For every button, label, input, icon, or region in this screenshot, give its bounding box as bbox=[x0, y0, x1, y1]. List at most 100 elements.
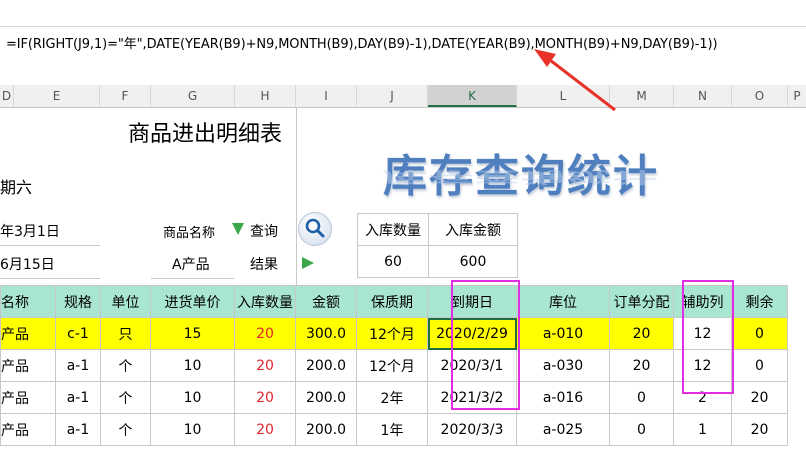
header-cell[interactable]: 进货单价 bbox=[150, 285, 235, 318]
table-cell[interactable]: 15 bbox=[150, 317, 235, 350]
col-header-F[interactable]: F bbox=[100, 85, 151, 107]
table-cell[interactable]: 个 bbox=[100, 349, 151, 382]
table-cell[interactable]: 12个月 bbox=[356, 349, 428, 382]
data-table: 名称 规格 单位 进货单价 入库数量 金额 保质期 到期日 库位 订单分配 辅助… bbox=[0, 285, 788, 446]
summary-header-qty[interactable]: 入库数量 bbox=[357, 213, 429, 246]
annotation-box-expiry bbox=[451, 280, 520, 410]
table-cell[interactable]: 0 bbox=[731, 317, 788, 350]
table-cell[interactable]: 只 bbox=[100, 317, 151, 350]
table-row: 产品 a-1 个 10 20 200.0 2年 2021/3/2 a-016 0… bbox=[0, 381, 788, 414]
table-cell[interactable]: 20 bbox=[731, 413, 788, 446]
table-cell[interactable]: 20 bbox=[234, 381, 296, 414]
header-cell[interactable]: 入库数量 bbox=[234, 285, 296, 318]
summary-value-qty[interactable]: 60 bbox=[357, 245, 429, 278]
table-cell[interactable]: a-1 bbox=[55, 413, 101, 446]
col-header-H[interactable]: H bbox=[235, 85, 296, 107]
product-name-label: 商品名称 bbox=[163, 226, 216, 241]
table-cell[interactable]: 20 bbox=[609, 317, 674, 350]
start-date-cell[interactable]: 年3月1日 bbox=[0, 221, 60, 241]
table-cell[interactable]: 20 bbox=[234, 317, 296, 350]
table-cell[interactable]: a-016 bbox=[516, 381, 610, 414]
table-cell[interactable]: 10 bbox=[150, 413, 235, 446]
table-cell[interactable]: 0 bbox=[609, 413, 674, 446]
table-cell[interactable]: a-1 bbox=[55, 381, 101, 414]
table-cell[interactable]: 产品 bbox=[0, 413, 56, 446]
table-cell[interactable]: 2年 bbox=[356, 381, 428, 414]
header-cell[interactable]: 名称 bbox=[0, 285, 56, 318]
query-link[interactable]: 查询 bbox=[250, 221, 278, 241]
table-cell[interactable]: a-1 bbox=[55, 349, 101, 382]
worksheet: 商品进出明细表 库存查询统计 库存查询统计 期六 年3月1日 6月15日 商品名… bbox=[0, 108, 806, 449]
header-cell[interactable]: 剩余 bbox=[731, 285, 788, 318]
header-cell[interactable]: 金额 bbox=[295, 285, 357, 318]
table-row: 产品 a-1 个 10 20 200.0 12个月 2020/3/1 a-030… bbox=[0, 349, 788, 382]
column-headers: D E F G H I J K L M N O P bbox=[0, 85, 806, 108]
table-cell[interactable]: 12个月 bbox=[356, 317, 428, 350]
weekday-cell[interactable]: 期六 bbox=[0, 174, 32, 198]
search-icon bbox=[305, 218, 325, 238]
table-cell[interactable]: 0 bbox=[731, 349, 788, 382]
input-underline bbox=[0, 245, 100, 246]
table-cell[interactable]: 个 bbox=[100, 413, 151, 446]
table-cell[interactable]: 200.0 bbox=[295, 349, 357, 382]
header-cell[interactable]: 库位 bbox=[516, 285, 610, 318]
product-value-cell[interactable]: A产品 bbox=[172, 254, 210, 274]
col-header-M[interactable]: M bbox=[610, 85, 674, 107]
table-cell[interactable]: 10 bbox=[150, 381, 235, 414]
sheet-title: 商品进出明细表 bbox=[128, 122, 283, 147]
result-label: 结果 bbox=[250, 257, 278, 273]
input-underline bbox=[151, 278, 234, 279]
table-cell[interactable]: a-010 bbox=[516, 317, 610, 350]
formula-bar[interactable]: =IF(RIGHT(J9,1)="年",DATE(YEAR(B9)+N9,MON… bbox=[0, 26, 806, 86]
col-header-D[interactable]: D bbox=[0, 85, 14, 107]
formula-text[interactable]: =IF(RIGHT(J9,1)="年",DATE(YEAR(B9)+N9,MON… bbox=[6, 33, 718, 52]
table-cell[interactable]: a-030 bbox=[516, 349, 610, 382]
header-cell[interactable]: 保质期 bbox=[356, 285, 428, 318]
table-row: 产品 c-1 只 15 20 300.0 12个月 2020/2/29 a-01… bbox=[0, 317, 788, 350]
table-cell[interactable]: 20 bbox=[731, 381, 788, 414]
table-cell[interactable]: 0 bbox=[609, 381, 674, 414]
table-cell[interactable]: a-025 bbox=[516, 413, 610, 446]
col-header-I[interactable]: I bbox=[296, 85, 357, 107]
col-header-P[interactable]: P bbox=[788, 85, 806, 107]
table-cell[interactable]: 产品 bbox=[0, 317, 56, 350]
table-row: 产品 a-1 个 10 20 200.0 1年 2020/3/3 a-025 0… bbox=[0, 413, 788, 446]
table-cell[interactable]: 200.0 bbox=[295, 413, 357, 446]
table-cell[interactable]: 产品 bbox=[0, 381, 56, 414]
ribbon-strip bbox=[0, 0, 806, 26]
end-date-cell[interactable]: 6月15日 bbox=[0, 254, 55, 274]
summary-value-amount[interactable]: 600 bbox=[428, 245, 518, 278]
table-cell[interactable]: 1 bbox=[673, 413, 732, 446]
table-cell[interactable]: 300.0 bbox=[295, 317, 357, 350]
triangle-right-icon bbox=[302, 257, 314, 269]
header-cell[interactable]: 单位 bbox=[100, 285, 151, 318]
table-cell[interactable]: 20 bbox=[234, 349, 296, 382]
table-cell[interactable]: 200.0 bbox=[295, 381, 357, 414]
col-header-K[interactable]: K bbox=[428, 85, 517, 107]
table-header-row: 名称 规格 单位 进货单价 入库数量 金额 保质期 到期日 库位 订单分配 辅助… bbox=[0, 285, 788, 318]
table-cell[interactable]: 产品 bbox=[0, 349, 56, 382]
col-header-J[interactable]: J bbox=[357, 85, 428, 107]
input-underline bbox=[0, 278, 100, 279]
summary-header-amount[interactable]: 入库金额 bbox=[428, 213, 518, 246]
big-title-reflection: 库存查询统计 bbox=[383, 168, 659, 187]
col-header-O[interactable]: O bbox=[732, 85, 788, 107]
table-cell[interactable]: 20 bbox=[234, 413, 296, 446]
annotation-box-helper bbox=[682, 280, 734, 394]
col-header-L[interactable]: L bbox=[517, 85, 610, 107]
table-cell[interactable]: 10 bbox=[150, 349, 235, 382]
table-cell[interactable]: c-1 bbox=[55, 317, 101, 350]
header-cell[interactable]: 规格 bbox=[55, 285, 101, 318]
table-cell[interactable]: 2020/3/3 bbox=[427, 413, 517, 446]
table-cell[interactable]: 20 bbox=[609, 349, 674, 382]
table-cell[interactable]: 个 bbox=[100, 381, 151, 414]
triangle-down-icon bbox=[232, 223, 244, 235]
col-header-N[interactable]: N bbox=[674, 85, 732, 107]
summary-table: 入库数量 入库金额 60 600 bbox=[357, 213, 518, 278]
search-button[interactable] bbox=[298, 212, 332, 246]
divider-line bbox=[296, 108, 297, 288]
table-cell[interactable]: 1年 bbox=[356, 413, 428, 446]
col-header-G[interactable]: G bbox=[151, 85, 235, 107]
col-header-E[interactable]: E bbox=[14, 85, 100, 107]
header-cell[interactable]: 订单分配 bbox=[609, 285, 674, 318]
